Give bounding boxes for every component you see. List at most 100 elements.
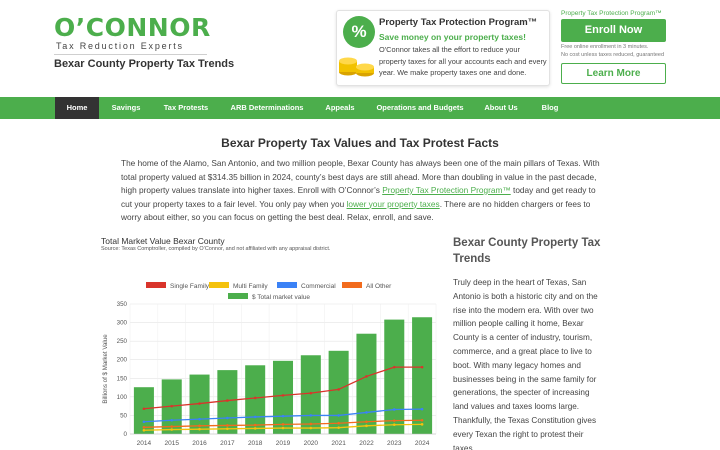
bar-total-market-value [272, 360, 294, 434]
promo-subtitle: Save money on your property taxes! [379, 32, 526, 42]
x-tick-label: 2022 [359, 440, 374, 447]
nav-about-us[interactable]: About Us [478, 97, 524, 119]
line-point [170, 404, 174, 408]
line-point [309, 414, 313, 417]
y-tick-label: 250 [117, 338, 128, 345]
sidebar-title: Bexar County Property Tax Trends [453, 237, 601, 265]
learn-more-button[interactable]: Learn More [561, 63, 666, 84]
enroll-now-button[interactable]: Enroll Now [561, 19, 666, 42]
line-point [420, 407, 424, 411]
line-point [198, 427, 201, 431]
x-tick-label: 2015 [164, 440, 179, 447]
market-value-chart: Single Family Multi Family Commercial All O… [102, 282, 437, 447]
nav-operations-budgets[interactable]: Operations and Budgets [373, 97, 467, 119]
line-point [337, 414, 340, 417]
y-tick-label: 100 [117, 394, 128, 401]
line-point [365, 420, 368, 424]
legend-label: $ Total market value [252, 294, 310, 301]
line-point [392, 365, 396, 369]
x-tick-label: 2017 [220, 440, 235, 447]
line-point [253, 427, 257, 430]
y-tick-label: 350 [117, 301, 128, 308]
legend-swatch [146, 282, 166, 288]
promo-title: Property Tax Protection Program™ [379, 17, 538, 28]
y-tick-label: 150 [117, 375, 128, 382]
line-point [226, 416, 229, 420]
x-tick-label: 2016 [192, 440, 207, 447]
line-point [392, 408, 396, 411]
y-tick-label: 50 [120, 412, 127, 419]
line-point [142, 407, 146, 411]
line-point [226, 427, 229, 431]
x-tick-label: 2024 [415, 440, 430, 447]
cta-note-enrollment: Free online enrollment in 3 minutes. [561, 44, 649, 50]
legend-label: All Other [366, 283, 392, 290]
line-point [142, 420, 146, 424]
line-point [365, 424, 368, 428]
nav-savings[interactable]: Savings [104, 97, 148, 119]
intro-paragraph: The home of the Alamo, San Antonio, and … [121, 157, 601, 225]
nav-home[interactable]: Home [55, 97, 99, 119]
x-tick-label: 2020 [304, 440, 319, 447]
page-heading: Bexar Property Tax Values and Tax Protes… [221, 136, 499, 150]
line-point [281, 426, 285, 430]
line-point [198, 402, 201, 405]
line-point [365, 375, 368, 378]
legend-label: Commercial [301, 283, 336, 290]
line-point [226, 399, 229, 402]
bar-total-market-value [245, 365, 266, 434]
y-tick-label: 0 [124, 431, 128, 438]
bar-total-market-value [356, 333, 377, 434]
line-point [142, 426, 146, 429]
logo-tagline: Tax Reduction Experts [56, 41, 184, 51]
y-tick-label: 200 [117, 357, 128, 364]
line-point [198, 417, 201, 421]
x-tick-label: 2019 [276, 440, 291, 447]
x-tick-label: 2014 [137, 440, 152, 447]
line-point [420, 423, 424, 426]
line-point [309, 426, 313, 430]
cta-caption: Property Tax Protection Program™ [561, 10, 662, 17]
legend-swatch [228, 293, 248, 299]
main-nav: Home Savings Tax Protests ARB Determinat… [0, 97, 720, 119]
line-point [392, 423, 396, 427]
y-tick-label: 300 [117, 320, 128, 327]
line-point [337, 421, 340, 425]
line-point [309, 422, 313, 426]
line-point [253, 423, 257, 427]
bar-total-market-value [300, 355, 321, 434]
chart-source: Source: Texas Comptroller, compiled by O… [101, 246, 331, 252]
coins-icon [339, 57, 374, 77]
site-header: O’CONNOR Tax Reduction Experts Bexar Cou… [0, 0, 720, 96]
line-point [281, 394, 285, 397]
sidebar-body: Truly deep in the heart of Texas, San An… [453, 278, 598, 450]
nav-arb-determinations[interactable]: ARB Determinations [226, 97, 308, 119]
legend-swatch [277, 282, 297, 288]
cta-note-guarantee: No cost unless taxes reduced, guaranteed [561, 52, 665, 58]
nav-tax-protests[interactable]: Tax Protests [157, 97, 215, 119]
line-point [198, 424, 201, 428]
line-point [226, 424, 229, 427]
chart-title: Total Market Value Bexar County [101, 236, 225, 246]
x-tick-label: 2021 [331, 440, 346, 447]
line-point [337, 426, 340, 429]
bar-total-market-value [328, 350, 349, 434]
header-divider [54, 54, 207, 55]
nav-appeals[interactable]: Appeals [318, 97, 362, 119]
x-tick-label: 2018 [248, 440, 263, 447]
y-axis-label: Billions of $ Market Value [102, 334, 109, 404]
lower-taxes-link[interactable]: lower your property taxes [347, 199, 440, 209]
protection-program-link[interactable]: Property Tax Protection Program™ [382, 185, 511, 195]
logo-wordmark: O’CONNOR [54, 13, 211, 42]
nav-blog[interactable]: Blog [532, 97, 568, 119]
promo-card[interactable]: % Property Tax Protection Program™ Save … [336, 10, 550, 86]
line-point [309, 391, 313, 395]
bar-total-market-value [384, 319, 405, 434]
line-point [281, 423, 285, 426]
line-point [420, 418, 424, 422]
line-point [170, 428, 174, 431]
legend-swatch [342, 282, 362, 288]
oconnor-logo[interactable]: O’CONNOR Tax Reduction Experts [54, 13, 211, 53]
line-point [142, 428, 146, 432]
line-point [281, 414, 285, 418]
